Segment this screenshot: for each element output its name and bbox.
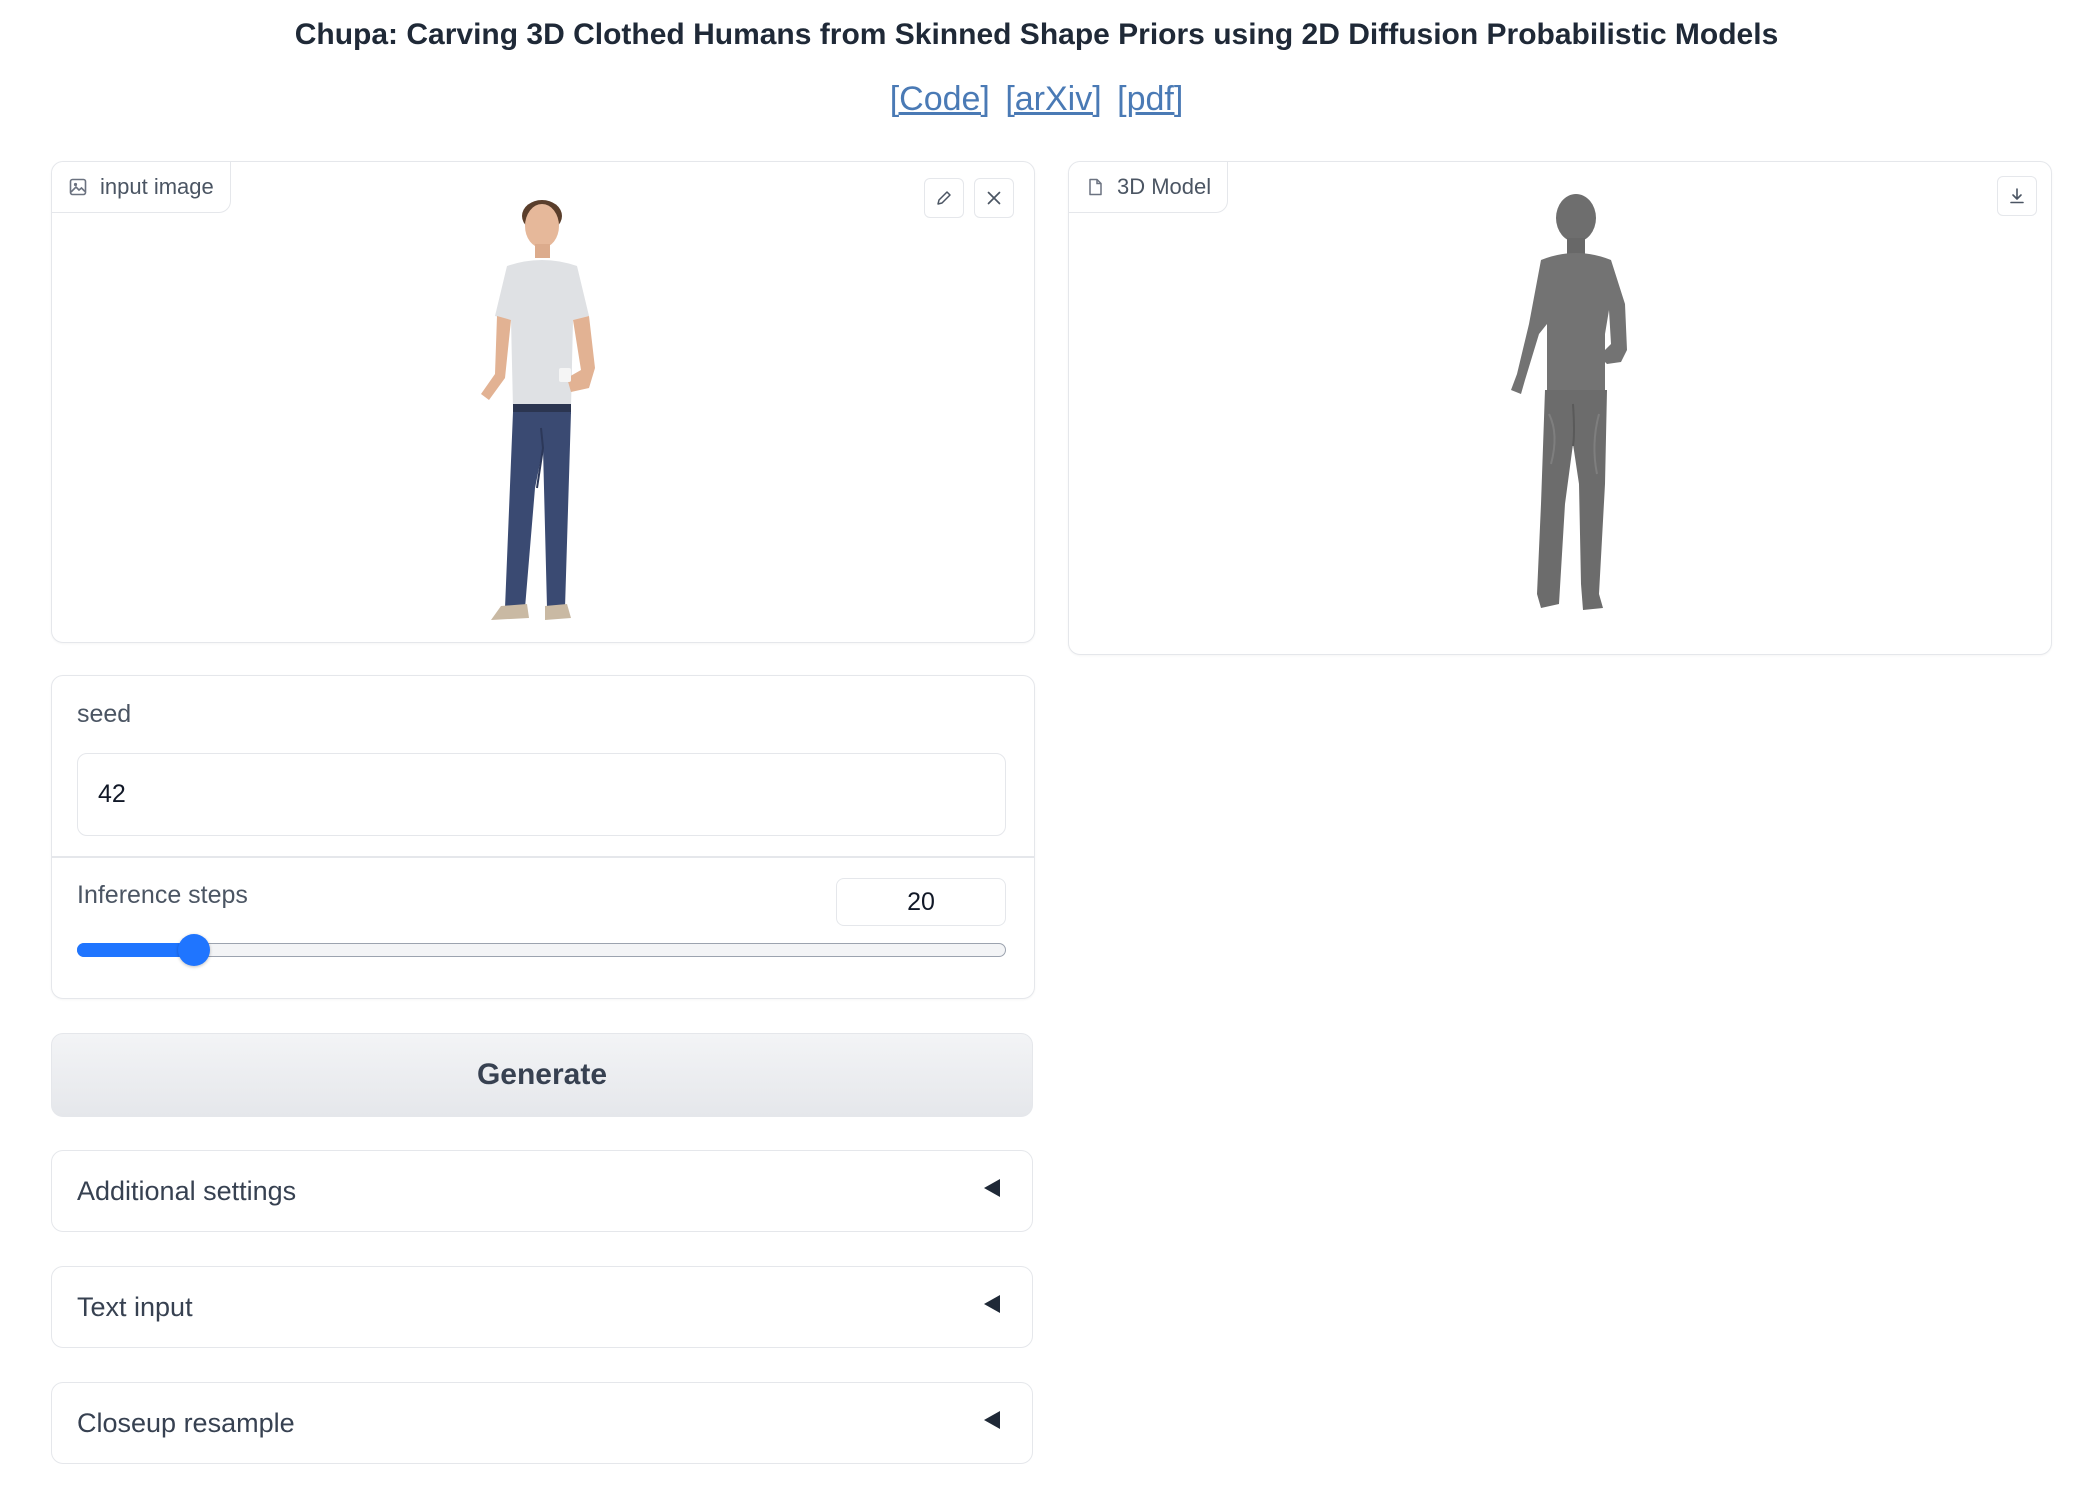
settings-divider	[52, 856, 1034, 858]
caret-left-icon	[984, 1411, 1000, 1429]
download-button[interactable]	[1997, 176, 2037, 216]
accordion-label: Additional settings	[77, 1176, 297, 1206]
accordion-additional-settings[interactable]: Additional settings	[51, 1150, 1033, 1232]
slider-thumb[interactable]	[177, 934, 210, 966]
settings-panel: seed Inference steps	[51, 675, 1035, 999]
model-mesh-render	[1511, 194, 1627, 610]
clear-button[interactable]	[974, 178, 1014, 218]
download-icon	[2010, 188, 2024, 204]
input-image-label: input image	[100, 174, 214, 199]
arxiv-link[interactable]: [arXiv]	[1005, 80, 1101, 118]
accordion-label: Closeup resample	[77, 1408, 295, 1438]
edit-button[interactable]	[924, 178, 964, 218]
seed-input[interactable]	[77, 753, 1006, 836]
model-output-tag: 3D Model	[1069, 162, 1229, 213]
accordion-closeup-resample[interactable]: Closeup resample	[51, 1382, 1033, 1464]
close-icon	[987, 191, 1001, 205]
seed-label: seed	[77, 700, 132, 728]
pencil-icon	[937, 191, 951, 205]
inference-steps-label: Inference steps	[77, 881, 248, 909]
page-title: Chupa: Carving 3D Clothed Humans from Sk…	[294, 18, 1779, 51]
caret-left-icon	[984, 1179, 1000, 1197]
accordion-label: Text input	[77, 1292, 193, 1322]
model-output-label: 3D Model	[1117, 174, 1212, 199]
image-icon	[69, 178, 87, 196]
input-image-tag: input image	[52, 162, 231, 213]
accordion-text-input[interactable]: Text input	[51, 1266, 1033, 1348]
input-person-image	[481, 200, 595, 620]
model-output-panel[interactable]: 3D Model	[1068, 161, 2052, 655]
caret-left-icon	[984, 1295, 1000, 1313]
inference-steps-number[interactable]	[836, 878, 1006, 926]
file-icon	[1089, 178, 1102, 196]
pdf-link[interactable]: [pdf]	[1117, 80, 1183, 118]
header-links: [Code] [arXiv] [pdf]	[0, 80, 2073, 119]
inference-steps-slider[interactable]	[77, 934, 1006, 966]
input-image-panel[interactable]: input image	[51, 161, 1035, 643]
generate-button[interactable]: Generate	[51, 1033, 1033, 1117]
slider-fill	[77, 942, 193, 957]
code-link[interactable]: [Code]	[890, 80, 990, 118]
